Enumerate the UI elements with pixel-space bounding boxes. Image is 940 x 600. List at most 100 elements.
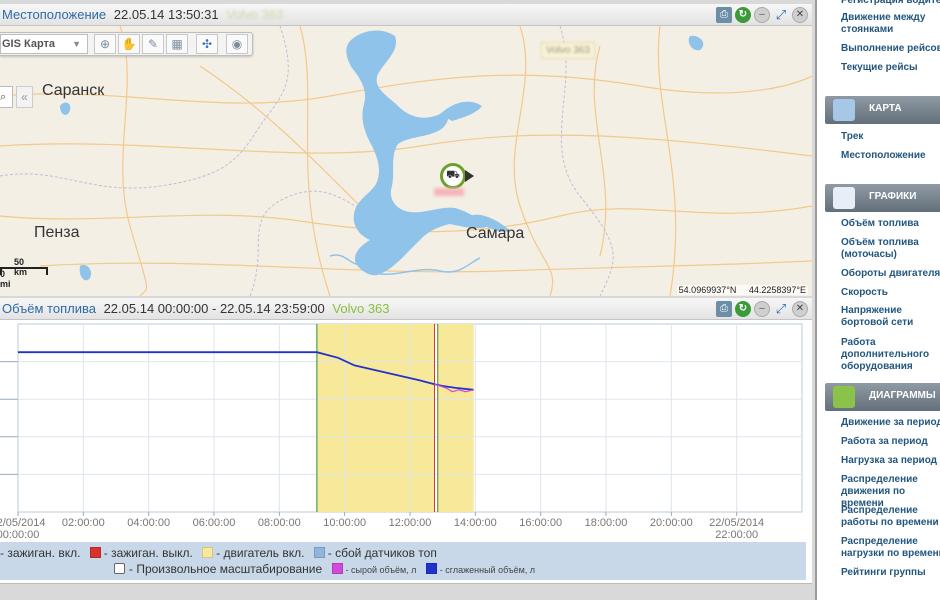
close-icon[interactable]: ✕ <box>792 301 808 317</box>
chart-panel-header: Объём топлива 22.05.14 00:00:00 - 22.05.… <box>0 298 812 320</box>
sidebar-link-2-4[interactable]: Распределение работы по времени <box>817 505 940 529</box>
x-tick-label: 06:00:00 <box>193 517 236 529</box>
direction-arrow-icon <box>465 170 474 182</box>
x-tick-label: 22/05/2014 <box>709 517 764 529</box>
sidebar-link-top-2[interactable]: Выполнение рейсов <box>817 43 940 55</box>
diagram-section-icon <box>833 386 855 408</box>
minimize-icon[interactable]: – <box>754 301 770 317</box>
sidebar-link-1-1[interactable]: Объём топлива (моточасы) <box>817 237 940 261</box>
x-tick-label: 16:00:00 <box>519 517 562 529</box>
sidebar-link-top-3[interactable]: Текущие рейсы <box>817 62 918 74</box>
sidebar-link-1-3[interactable]: Скорость <box>817 287 888 299</box>
grid-icon[interactable]: ▦ <box>166 34 188 54</box>
chart-legend: - зажиган. вкл. - зажиган. выкл. - двига… <box>0 542 806 580</box>
ruler-icon[interactable]: ✎ <box>142 34 164 54</box>
layers-icon[interactable]: ✣ <box>196 34 218 54</box>
chevron-down-icon: ▼ <box>72 39 81 49</box>
x-tick-label-2: 22:00:00 <box>715 529 758 541</box>
sidebar-link-2-0[interactable]: Движение за период <box>817 417 940 429</box>
sidebar-link-2-1[interactable]: Работа за период <box>817 436 928 448</box>
x-tick-label: 02:00:00 <box>62 517 105 529</box>
sidebar-link-1-5[interactable]: Работа дополнительного оборудования <box>817 337 940 373</box>
sidebar-link-1-0[interactable]: Объём топлива <box>817 218 919 230</box>
fuel-chart[interactable]: 22/05/201400:00:0002:00:0004:00:0006:00:… <box>0 320 812 542</box>
map-layer-value: GIS Карта <box>2 38 56 50</box>
chart-vehicle-name: Volvo 363 <box>332 301 390 316</box>
sidebar-section-title: КАРТА <box>869 103 902 114</box>
vehicle-tag: Volvo 363 <box>541 42 595 59</box>
zoom-tool-icon[interactable]: ⊕ <box>94 34 116 54</box>
reports-sidebar: Регистрация водителей Движение между стоя… <box>815 0 940 600</box>
vehicle-marker-icon[interactable]: ⛟ <box>440 163 466 189</box>
sidebar-link-2-5[interactable]: Распределение нагрузки по времени <box>817 536 940 560</box>
city-label-penza: Пенза <box>34 224 80 241</box>
minimize-icon[interactable]: – <box>754 7 770 23</box>
legend-ignition-off-swatch <box>89 547 101 558</box>
sidebar-section-header-0[interactable]: КАРТА <box>825 96 940 124</box>
latitude: 54.0969937°N <box>678 285 737 295</box>
city-label-saransk: Саранск <box>42 82 105 99</box>
chart-panel-title: Объём топлива <box>2 301 96 316</box>
pan-hand-icon[interactable]: ✋ <box>118 34 140 54</box>
sidebar-section-title: ГРАФИКИ <box>869 191 917 202</box>
map-panel-header: Местоположение 22.05.14 13:50:31 Volvo 3… <box>0 4 812 26</box>
eye-icon[interactable]: ◉ <box>226 34 248 54</box>
x-tick-label: 18:00:00 <box>585 517 628 529</box>
fuel-chart-svg[interactable]: 22/05/201400:00:0002:00:0004:00:0006:00:… <box>0 320 812 542</box>
map-layer-select[interactable]: GIS Карта ▼ <box>0 34 88 54</box>
x-tick-label: 08:00:00 <box>258 517 301 529</box>
sidebar-link-2-6[interactable]: Рейтинги группы <box>817 567 926 579</box>
x-tick-label-2: 00:00:00 <box>0 529 39 541</box>
map-panel: Местоположение 22.05.14 13:50:31 Volvo 3… <box>0 4 812 296</box>
longitude: 44.2258397°E <box>748 285 806 295</box>
legend-smooth-swatch <box>425 563 437 574</box>
free-zoom-checkbox[interactable] <box>114 563 125 574</box>
legend-smooth-label: - сглаженный объём, л <box>439 565 536 575</box>
maximize-icon[interactable]: ⤢ <box>773 7 789 23</box>
sidebar-link-1-2[interactable]: Обороты двигателя <box>817 268 940 280</box>
map-vehicle-name: Volvo 363 <box>226 7 284 22</box>
x-tick-label: 14:00:00 <box>454 517 497 529</box>
print-icon[interactable]: ⎙ <box>716 301 732 317</box>
x-tick-label: 22/05/2014 <box>0 517 46 529</box>
map-toolbar: GIS Карта ▼ ⊕ ✋ ✎ ▦ ✣ ◉ <box>0 32 253 56</box>
sidebar-link-0-0[interactable]: Трек <box>817 131 863 143</box>
sidebar-link-top-0[interactable]: Регистрация водителей <box>817 0 940 7</box>
x-tick-label: 04:00:00 <box>127 517 170 529</box>
map-section-icon <box>833 99 855 121</box>
sidebar-link-1-4[interactable]: Напряжение бортовой сети <box>817 305 940 329</box>
map-timestamp: 22.05.14 13:50:31 <box>113 7 219 22</box>
close-icon[interactable]: ✕ <box>792 7 808 23</box>
engine-on-band <box>316 324 435 512</box>
print-icon[interactable]: ⎙ <box>716 7 732 23</box>
legend-sensor-fail-swatch <box>313 547 325 558</box>
city-label-samara: Самара <box>466 225 525 242</box>
legend-ignition-on-label: - зажиган. вкл. <box>0 546 81 560</box>
sidebar-section-header-1[interactable]: ГРАФИКИ <box>825 184 940 212</box>
chart-panel: Объём топлива 22.05.14 00:00:00 - 22.05.… <box>0 298 812 584</box>
legend-engine-on-label: - двигатель вкл. <box>216 546 305 560</box>
map-panel-title: Местоположение <box>2 7 107 22</box>
refresh-icon[interactable]: ↻ <box>735 7 751 23</box>
sidebar-link-2-2[interactable]: Нагрузка за период <box>817 455 937 467</box>
maximize-icon[interactable]: ⤢ <box>773 301 789 317</box>
chart-section-icon <box>833 187 855 209</box>
legend-ignition-off-label: - зажиган. выкл. <box>103 546 193 560</box>
legend-raw-label: - сырой объём, л <box>345 565 417 575</box>
x-tick-label: 12:00:00 <box>389 517 432 529</box>
free-zoom-label: - Произвольное масштабирование <box>129 562 323 576</box>
engine-on-band <box>437 324 474 512</box>
map-canvas[interactable]: GIS Карта ▼ ⊕ ✋ ✎ ▦ ✣ ◉ ⌕ « Саранск Пенз… <box>0 26 812 296</box>
sidebar-link-0-1[interactable]: Местоположение <box>817 150 926 162</box>
sidebar-section-title: ДИАГРАММЫ <box>869 390 936 401</box>
map-search-icon[interactable]: ⌕ <box>0 86 13 108</box>
legend-sensor-fail-label: - сбой датчиков топ <box>327 546 437 560</box>
refresh-icon[interactable]: ↻ <box>735 301 751 317</box>
collapse-left-icon[interactable]: « <box>16 86 33 108</box>
x-tick-label: 10:00:00 <box>323 517 366 529</box>
chart-period: 22.05.14 00:00:00 - 22.05.14 23:59:00 <box>103 301 325 316</box>
legend-raw-swatch <box>331 563 343 574</box>
sidebar-link-top-1[interactable]: Движение между стоянками <box>817 12 940 36</box>
scale-mi: 0 mi <box>0 269 11 289</box>
sidebar-section-header-2[interactable]: ДИАГРАММЫ <box>825 383 940 411</box>
